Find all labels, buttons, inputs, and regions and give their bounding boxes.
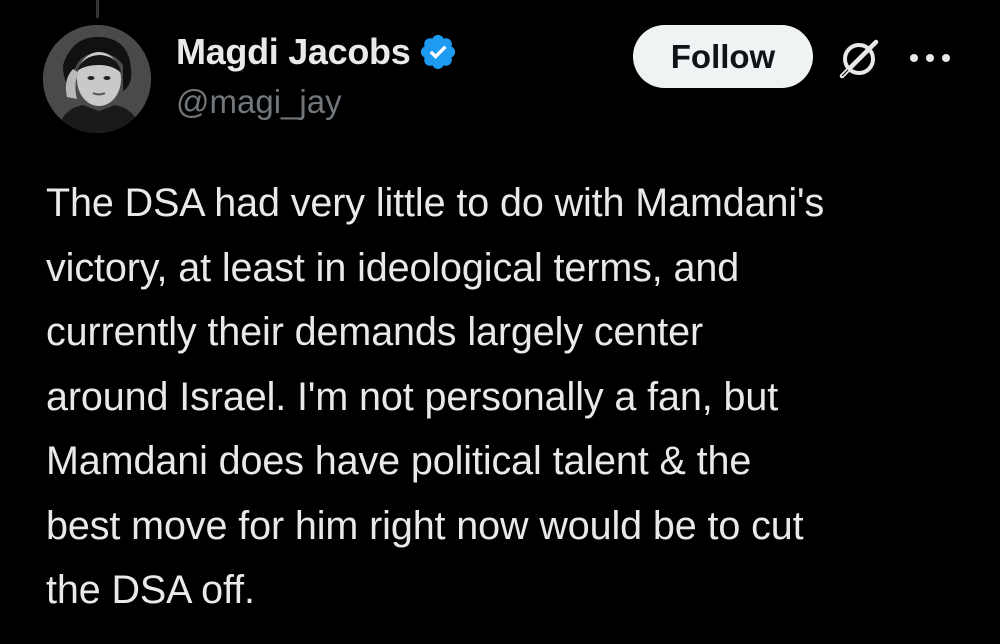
more-options-icon[interactable] [905, 40, 955, 76]
follow-button[interactable]: Follow [633, 25, 813, 88]
author-display-name[interactable]: Magdi Jacobs [176, 31, 411, 73]
avatar[interactable] [43, 25, 151, 133]
grok-icon[interactable] [836, 36, 882, 82]
verified-badge-icon [421, 34, 456, 70]
profile-photo-icon [43, 25, 151, 133]
author-handle[interactable]: @magi_jay [176, 83, 342, 121]
tweet-text: The DSA had very little to do with Mamda… [46, 181, 825, 612]
thread-connector-line [96, 0, 99, 18]
author-name-row: Magdi Jacobs [176, 30, 458, 74]
